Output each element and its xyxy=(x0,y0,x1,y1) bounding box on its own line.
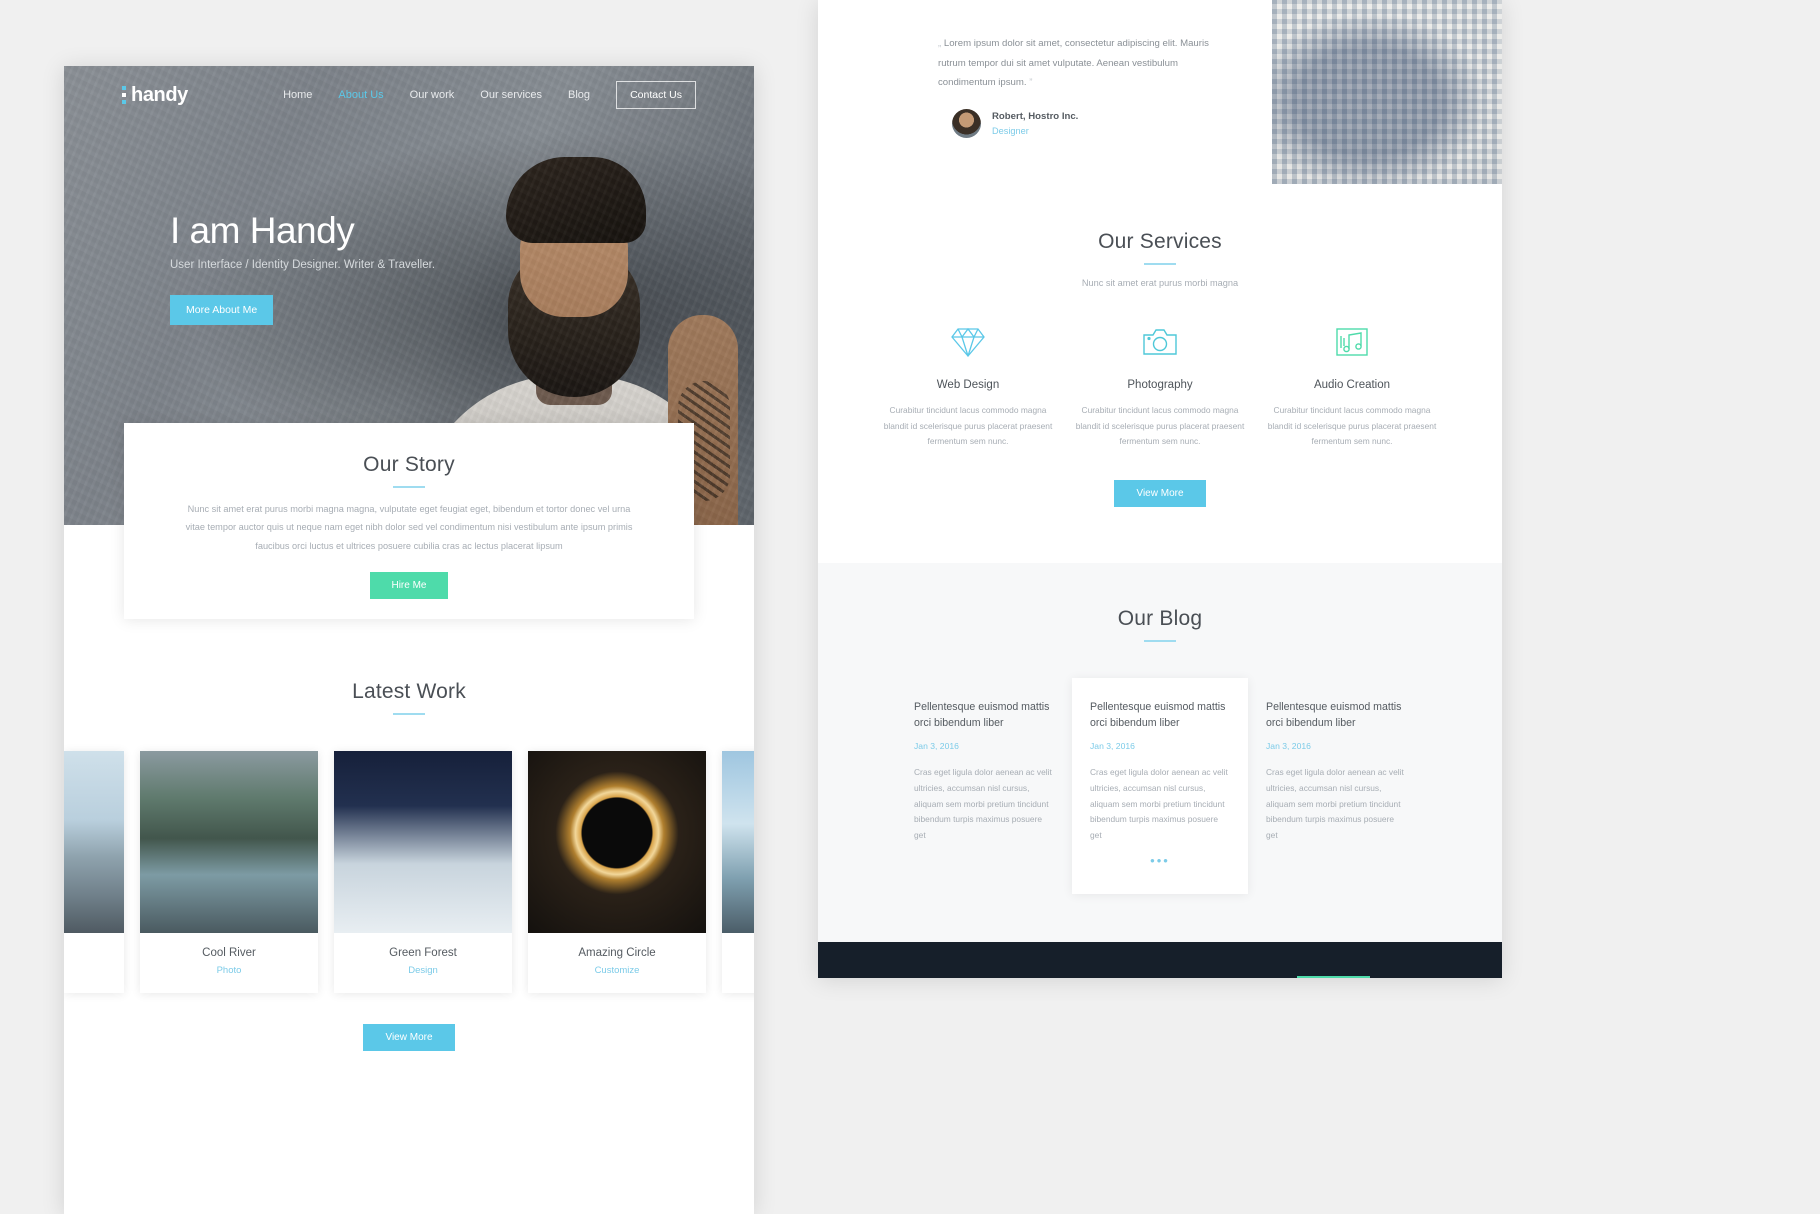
work-card-title: Amazing Circle xyxy=(578,947,656,959)
blog-title: Pellentesque euismod mattis orci bibendu… xyxy=(914,700,1050,729)
work-thumbnail xyxy=(528,751,706,933)
blog-card-active[interactable]: Pellentesque euismod mattis orci bibendu… xyxy=(1072,677,1248,895)
blog-card[interactable]: Pellentesque euismod mattis orci bibendu… xyxy=(896,678,1072,895)
latest-work-title: Latest Work xyxy=(352,680,466,703)
blog-excerpt: Cras eget ligula dolor aenean ac velit u… xyxy=(914,767,1052,840)
nav-item-home[interactable]: Home xyxy=(283,89,312,101)
work-card-partial-right[interactable] xyxy=(722,751,754,993)
title-underline xyxy=(1144,639,1176,642)
avatar xyxy=(952,108,981,138)
site-logo[interactable]: handy xyxy=(122,84,188,107)
service-name: Audio Creation xyxy=(1313,379,1391,391)
nav-item-about-us[interactable]: About Us xyxy=(338,89,383,101)
diamond-icon xyxy=(878,322,1058,362)
nav-item-our-work[interactable]: Our work xyxy=(410,89,455,101)
work-view-more-button[interactable]: View More xyxy=(363,1024,455,1051)
work-card-title: Cool River xyxy=(202,947,256,959)
cta-hire-me-button[interactable]: Hire Me xyxy=(1297,976,1371,978)
cta-footer-section: Theme create for creative folks lorem ip… xyxy=(818,942,1502,978)
service-audio-creation[interactable]: Audio Creation Curabitur tincidunt lacus… xyxy=(1256,322,1448,450)
our-story-paragraph: Nunc sit amet erat purus morbi magna mag… xyxy=(185,504,633,551)
testimonial-section: „ Lorem ipsum dolor sit amet, consectetu… xyxy=(818,0,1502,184)
left-page-mockup: handy Home About Us Our work Our service… xyxy=(64,66,754,1214)
service-description: Curabitur tincidunt lacus commodo magna … xyxy=(883,405,1053,447)
work-thumbnail xyxy=(140,751,318,933)
service-name: Photography xyxy=(1127,379,1193,391)
blog-date: Jan 3, 2016 xyxy=(1090,741,1135,752)
testimonial-photo xyxy=(1272,0,1502,184)
blog-title: Pellentesque euismod mattis orci bibendu… xyxy=(1266,700,1402,729)
work-card-category[interactable]: Customize xyxy=(528,965,706,976)
our-story-card: Our Story Nunc sit amet erat purus morbi… xyxy=(124,423,694,619)
hire-me-button[interactable]: Hire Me xyxy=(370,572,448,600)
right-page-mockup: „ Lorem ipsum dolor sit amet, consectetu… xyxy=(818,0,1502,978)
work-card-category[interactable]: Design xyxy=(334,965,512,976)
blog-excerpt: Cras eget ligula dolor aenean ac velit u… xyxy=(1266,767,1404,840)
our-blog-section: Our Blog Pellentesque euismod mattis orc… xyxy=(818,562,1502,943)
hero-copy: I am Handy User Interface / Identity Des… xyxy=(170,210,754,325)
work-card-cool-river[interactable]: Cool River Photo xyxy=(140,751,318,993)
title-underline xyxy=(393,713,425,715)
service-description: Curabitur tincidunt lacus commodo magna … xyxy=(1075,405,1245,447)
music-note-icon xyxy=(1262,322,1442,362)
work-card-category[interactable]: Photo xyxy=(140,965,318,976)
our-services-subtitle: Nunc sit amet erat purus morbi magna xyxy=(1081,278,1239,288)
more-about-me-button[interactable]: More About Me xyxy=(170,295,274,325)
testimonial-author: Robert, Hostro Inc. Designer xyxy=(952,108,1238,138)
testimonial-name: Robert, Hostro Inc. xyxy=(992,110,1079,122)
blog-card[interactable]: Pellentesque euismod mattis orci bibendu… xyxy=(1248,678,1424,895)
hero-subtitle: User Interface / Identity Designer. Writ… xyxy=(170,259,436,271)
title-underline xyxy=(1144,263,1176,265)
our-services-title: Our Services xyxy=(1098,230,1222,253)
camera-icon xyxy=(1070,322,1250,362)
blog-more-dots-icon[interactable]: ••• xyxy=(1090,853,1230,868)
service-description: Curabitur tincidunt lacus commodo magna … xyxy=(1267,405,1437,447)
our-story-title: Our Story xyxy=(363,453,455,476)
work-thumbnail xyxy=(334,751,512,933)
hero-title: I am Handy xyxy=(170,210,355,251)
blog-date: Jan 3, 2016 xyxy=(1266,741,1311,752)
our-blog-title: Our Blog xyxy=(1117,606,1203,630)
work-card-title: Green Forest xyxy=(389,947,457,959)
blog-title: Pellentesque euismod mattis orci bibendu… xyxy=(1090,700,1226,729)
top-navigation: handy Home About Us Our work Our service… xyxy=(64,66,754,124)
nav-item-blog[interactable]: Blog xyxy=(568,89,590,101)
service-web-design[interactable]: Web Design Curabitur tincidunt lacus com… xyxy=(872,322,1064,450)
work-cards-row: Cool River Photo Green Forest Design Ama… xyxy=(64,751,754,993)
work-card-partial-left[interactable] xyxy=(64,751,124,993)
blog-date: Jan 3, 2016 xyxy=(914,741,959,752)
service-photography[interactable]: Photography Curabitur tincidunt lacus co… xyxy=(1064,322,1256,450)
blog-cards-row: Pellentesque euismod mattis orci bibendu… xyxy=(818,677,1502,895)
testimonial-quote: „ Lorem ipsum dolor sit amet, consectetu… xyxy=(938,38,1209,89)
logo-bars-icon xyxy=(122,86,126,104)
testimonial-role: Designer xyxy=(992,125,1029,136)
mockup-canvas: handy Home About Us Our work Our service… xyxy=(0,0,1820,1214)
nav-item-our-services[interactable]: Our services xyxy=(480,89,542,101)
our-services-section: Our Services Nunc sit amet erat purus mo… xyxy=(818,184,1502,563)
blog-excerpt: Cras eget ligula dolor aenean ac velit u… xyxy=(1090,767,1228,840)
services-row: Web Design Curabitur tincidunt lacus com… xyxy=(818,322,1502,450)
work-card-green-forest[interactable]: Green Forest Design xyxy=(334,751,512,993)
logo-text: handy xyxy=(131,83,188,106)
nav-links: Home About Us Our work Our services Blog… xyxy=(283,81,696,109)
work-thumbnail xyxy=(722,751,754,933)
contact-us-button[interactable]: Contact Us xyxy=(616,81,696,109)
title-underline xyxy=(393,486,425,488)
work-thumbnail xyxy=(64,751,124,933)
service-name: Web Design xyxy=(936,379,1000,391)
services-view-more-button[interactable]: View More xyxy=(1114,479,1206,507)
work-card-amazing-circle[interactable]: Amazing Circle Customize xyxy=(528,751,706,993)
